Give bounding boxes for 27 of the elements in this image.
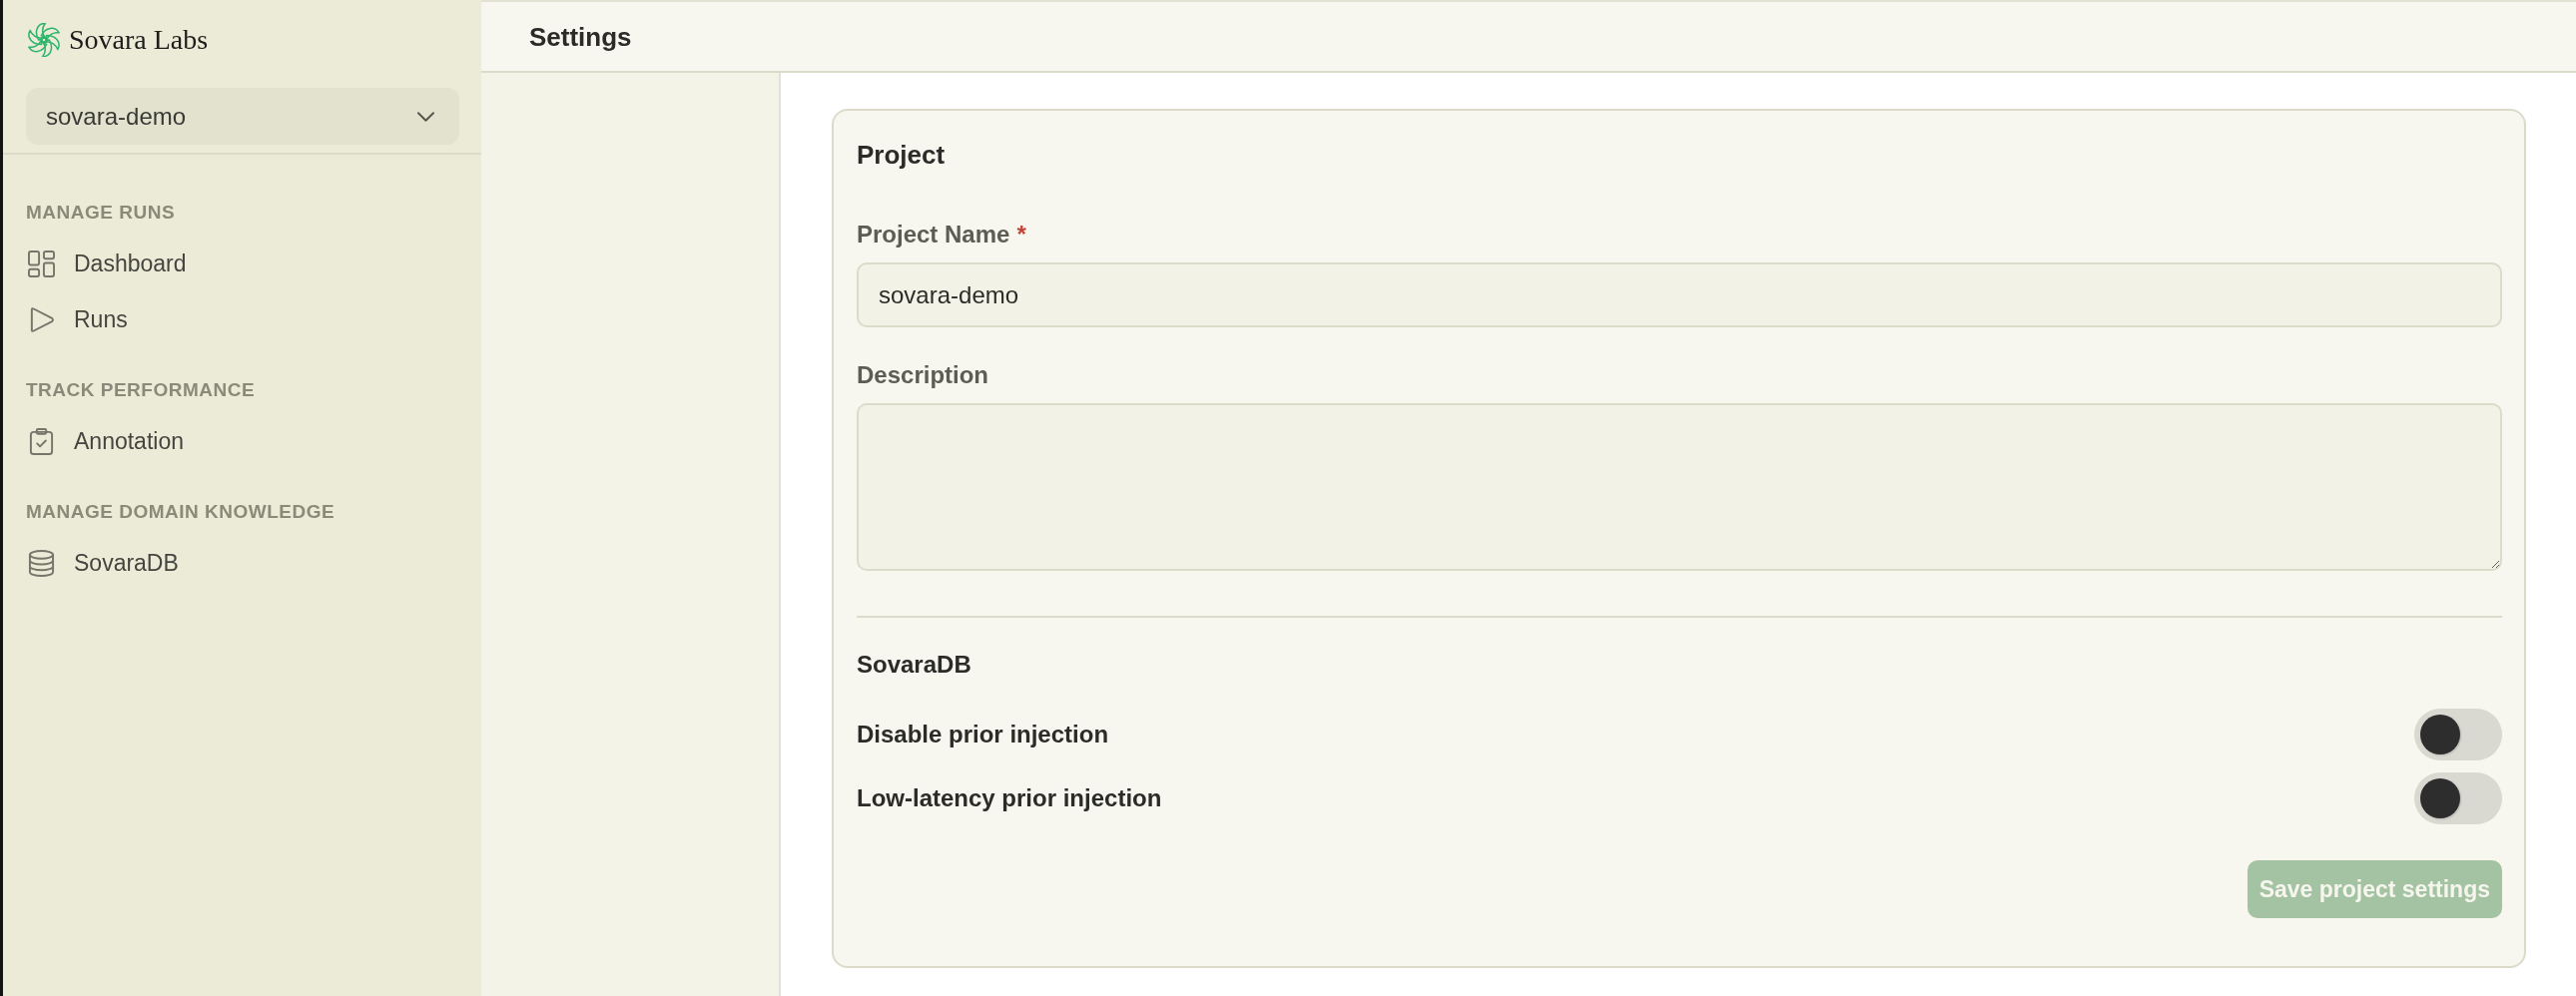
toggle-label: Low-latency prior injection: [857, 784, 1162, 812]
section-heading: TRACK PERFORMANCE: [26, 378, 257, 402]
section-heading: MANAGE DOMAIN KNOWLEDGE: [26, 500, 336, 524]
nav-item[interactable]: Dashboard: [26, 236, 459, 291]
nav-item[interactable]: SovaraDB: [26, 535, 459, 591]
textarea-field[interactable]: [857, 403, 2502, 571]
toggle-switch[interactable]: [2414, 772, 2502, 824]
field-label: Description: [857, 360, 989, 390]
play-icon: [28, 305, 55, 333]
clipboard-check-icon: [28, 427, 55, 455]
project-dropdown[interactable]: sovara-demo: [26, 88, 459, 145]
nav-item[interactable]: Runs: [26, 291, 459, 347]
toggle-label: Disable prior injection: [857, 721, 1109, 748]
card-title: Project: [857, 139, 947, 171]
section-title: SovaraDB: [857, 651, 972, 679]
page-title: Settings: [529, 20, 632, 53]
chevron-down-icon: [417, 111, 434, 122]
brand-name: Sovara Labs: [69, 23, 209, 57]
field-label: Project Name: [857, 220, 1010, 249]
flower-logo-icon: [27, 23, 61, 57]
toggle-switch[interactable]: [2414, 709, 2502, 760]
section-heading: MANAGE RUNS: [26, 201, 177, 225]
required-mark: *: [1016, 220, 1026, 249]
nav-item[interactable]: Annotation: [26, 413, 459, 469]
text-field[interactable]: sovara-demo: [857, 262, 2502, 327]
grid-icon: [28, 249, 55, 277]
database-icon: [28, 549, 55, 577]
